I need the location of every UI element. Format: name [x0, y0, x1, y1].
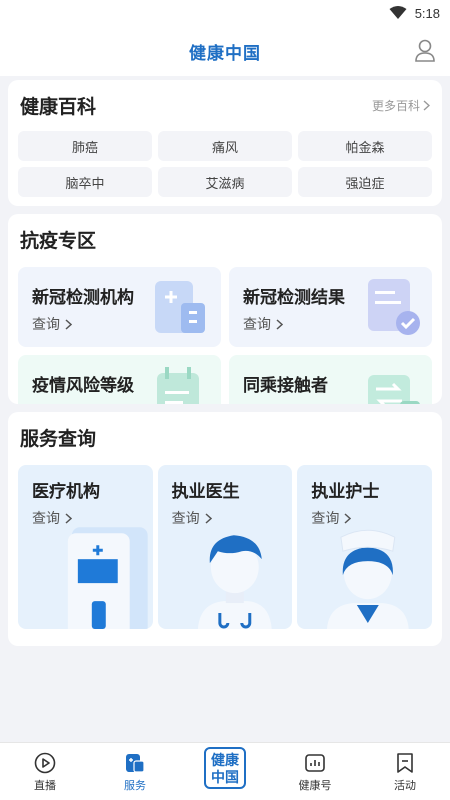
- badge-line: 健康: [211, 751, 239, 768]
- tile-covid-testing-sites[interactable]: 新冠检测机构 查询: [18, 267, 221, 347]
- tile-query-link: 查询: [243, 314, 432, 334]
- nurse-avatar-icon: [327, 529, 410, 629]
- encyclopedia-item[interactable]: 艾滋病: [158, 167, 292, 197]
- play-circle-icon: [34, 752, 56, 774]
- tab-label: 服务: [124, 780, 146, 792]
- page-title: 健康中国: [189, 43, 261, 63]
- tile-query-label: 查询: [243, 402, 271, 404]
- epidemic-title: 抗疫专区: [20, 231, 97, 252]
- epidemic-card: 抗疫专区 新冠检测机构 查询 新冠检测结果 查询 疫情风险等级 同乘接触者: [8, 214, 442, 404]
- tile-title: 医疗机构: [32, 482, 100, 501]
- more-encyclopedia-label: 更多百科: [371, 99, 420, 113]
- encyclopedia-item[interactable]: 脑卒中: [18, 167, 152, 197]
- tile-licensed-doctors[interactable]: 执业医生 查询: [157, 465, 293, 629]
- encyclopedia-title: 健康百科: [20, 97, 97, 118]
- tab-activities[interactable]: 活动: [360, 743, 450, 800]
- tile-query-link: 查询: [32, 508, 153, 528]
- encyclopedia-item[interactable]: 强迫症: [298, 167, 432, 197]
- tab-label: 健康号: [298, 780, 332, 792]
- chevron-right-icon: [65, 318, 72, 330]
- tile-title: 同乘接触者: [243, 376, 328, 395]
- tile-query-label: 查询: [32, 510, 60, 526]
- tile-title: 疫情风险等级: [32, 376, 134, 395]
- tile-medical-institutions[interactable]: 医疗机构 查询: [18, 465, 153, 629]
- tile-query-label: 查询: [32, 402, 60, 404]
- services-title: 服务查询: [20, 429, 97, 450]
- wifi-icon: [389, 6, 407, 19]
- user-profile-icon[interactable]: [414, 39, 436, 63]
- tab-live[interactable]: 直播: [0, 743, 90, 800]
- tile-query-label: 查询: [243, 316, 271, 332]
- tile-risk-level[interactable]: 疫情风险等级 查询: [18, 355, 221, 404]
- encyclopedia-item[interactable]: 痛风: [158, 131, 292, 161]
- chevron-right-icon: [65, 512, 72, 524]
- chevron-right-icon: [423, 100, 430, 111]
- tile-query-link: 查询: [311, 508, 432, 528]
- tab-health-account[interactable]: 健康号: [270, 743, 360, 800]
- encyclopedia-item[interactable]: 帕金森: [298, 131, 432, 161]
- health-china-badge: 健康 中国: [204, 747, 246, 789]
- tile-query-link: 查询: [32, 314, 221, 334]
- tab-label: 直播: [34, 780, 56, 792]
- chevron-right-icon: [276, 318, 283, 330]
- bottom-tab-bar: 直播 服务 健康 中国 健康号 活动: [0, 742, 450, 800]
- tile-title: 新冠检测结果: [243, 288, 345, 307]
- tile-query-label: 查询: [32, 316, 60, 332]
- tile-query-link: 查询: [32, 402, 221, 404]
- tile-covid-test-results[interactable]: 新冠检测结果 查询: [229, 267, 432, 347]
- doctor-avatar-icon: [197, 535, 272, 629]
- tab-health-china[interactable]: 健康 中国: [180, 743, 270, 800]
- tile-title: 新冠检测机构: [32, 288, 134, 307]
- tile-title: 执业护士: [311, 482, 380, 501]
- tab-services[interactable]: 服务: [90, 743, 180, 800]
- chevron-right-icon: [205, 512, 212, 524]
- tab-label: 活动: [394, 780, 416, 792]
- more-encyclopedia-link[interactable]: 更多百科: [372, 97, 430, 114]
- app-bar: 健康中国: [0, 26, 450, 76]
- services-card: 服务查询 医疗机构 查询 执业医生 查询 执业护士 查询: [8, 412, 442, 646]
- tile-close-contacts[interactable]: 同乘接触者 查询: [229, 355, 432, 404]
- tile-query-link: 查询: [243, 402, 432, 404]
- badge-line: 中国: [211, 768, 239, 785]
- chevron-right-icon: [344, 512, 352, 524]
- chart-box-icon: [305, 754, 325, 772]
- status-bar: 5:18: [0, 0, 450, 26]
- encyclopedia-card: 健康百科 更多百科 肺癌 痛风 帕金森 脑卒中 艾滋病 强迫症: [8, 80, 442, 206]
- bookmark-icon: [397, 753, 413, 773]
- tile-title: 执业医生: [171, 482, 240, 501]
- encyclopedia-item[interactable]: 肺癌: [18, 131, 152, 161]
- hospital-building-icon: [67, 527, 148, 629]
- service-icon: [126, 754, 145, 773]
- tile-licensed-nurses[interactable]: 执业护士 查询: [297, 465, 432, 629]
- tile-query-label: 查询: [171, 510, 200, 526]
- tile-query-link: 查询: [172, 508, 293, 528]
- status-time: 5:18: [414, 5, 440, 21]
- tile-query-label: 查询: [311, 510, 340, 526]
